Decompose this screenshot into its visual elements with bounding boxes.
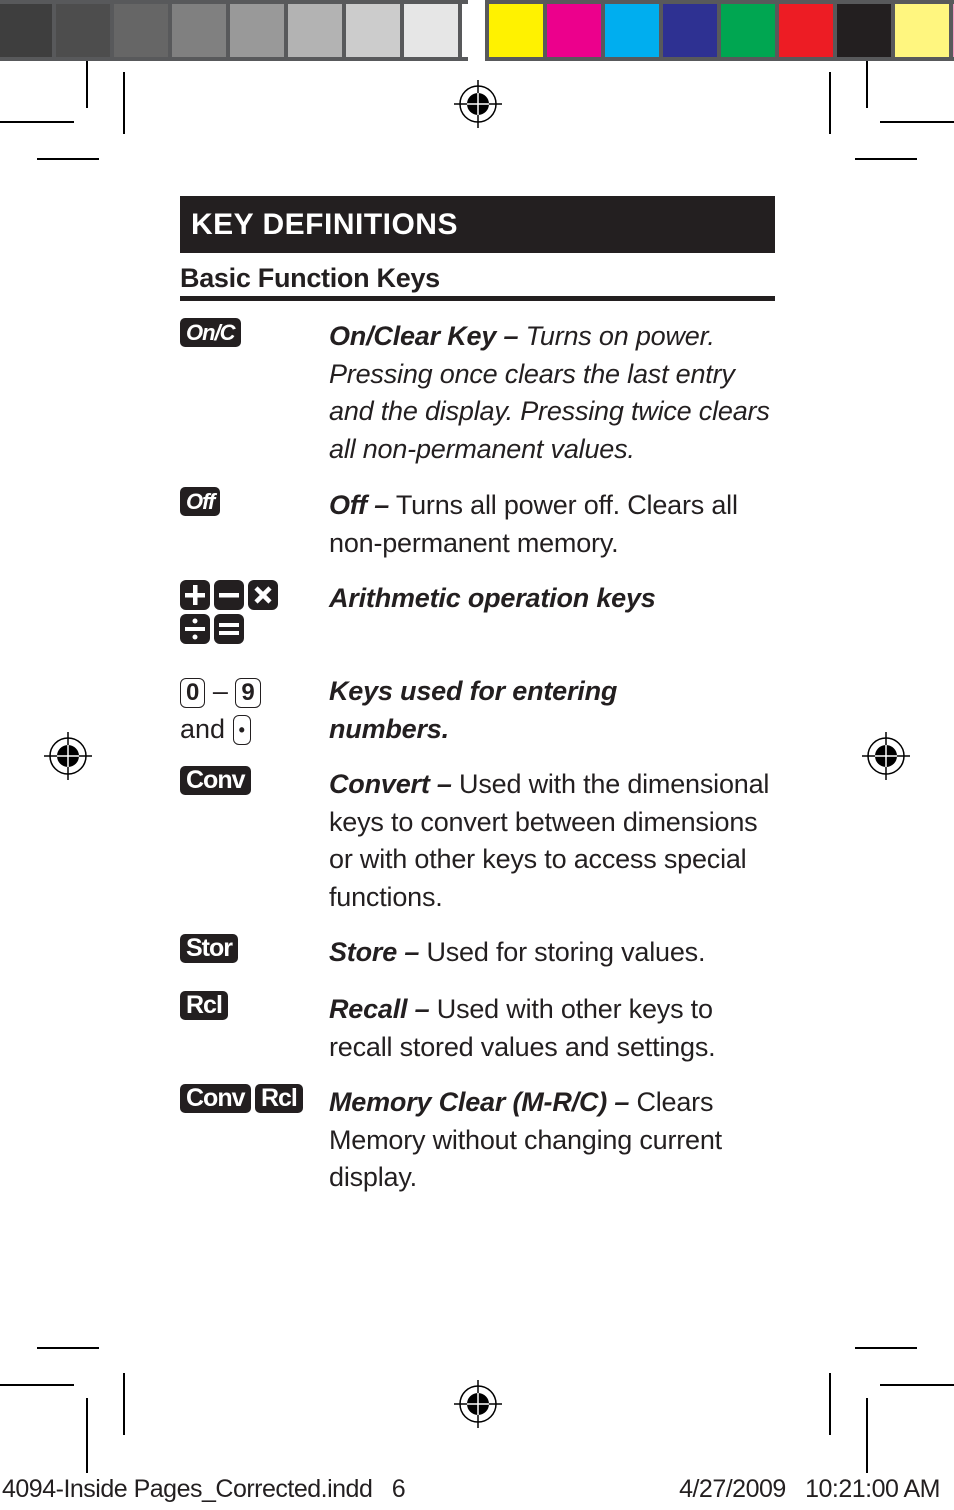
gray-swatch [230, 4, 284, 57]
convert-key-icon: Conv [180, 1084, 251, 1113]
key-icons: Conv Rcl [180, 1084, 320, 1113]
key-icons: Conv [180, 766, 320, 795]
crop-mark [123, 1373, 125, 1435]
on-clear-key-icon: On/C [180, 318, 241, 347]
key-description: Arithmetic operation keys [329, 580, 779, 618]
crop-mark [855, 158, 917, 160]
crop-mark [86, 61, 88, 108]
banner-title: KEY DEFINITIONS [191, 207, 458, 241]
key-icons [180, 580, 320, 648]
recall-key-icon: Rcl [254, 1084, 303, 1113]
key-description: Off – Turns all power off. Clears all no… [329, 487, 779, 562]
key-term: Off – [329, 490, 390, 520]
and-label: and [180, 713, 226, 744]
process-color-bar [485, 0, 954, 61]
registration-mark-icon [862, 732, 910, 780]
gray-swatch [288, 4, 342, 57]
range-dash: – [212, 676, 228, 706]
key-description: Memory Clear (M-R/C) – Clears Memory wit… [329, 1084, 779, 1197]
color-swatch [721, 4, 775, 57]
color-swatch [605, 4, 659, 57]
key-description: Keys used for entering numbers. [329, 673, 659, 748]
footer-datetime: 4/27/2009 10:21:00 AM [679, 1475, 940, 1503]
recall-key-icon: Rcl [180, 991, 228, 1020]
crop-mark [866, 1398, 868, 1473]
multiply-key-icon [248, 580, 278, 610]
key-icons: 0 – 9 and • [180, 673, 320, 748]
minus-key-icon [214, 580, 244, 610]
registration-mark-icon [44, 732, 92, 780]
key-term: Store – [329, 937, 420, 967]
key-text: Turns all power off. Clears all non-perm… [329, 490, 738, 558]
gray-swatch [0, 4, 52, 57]
key-icons: Stor [180, 934, 320, 963]
color-swatch [895, 4, 949, 57]
gray-swatch [114, 4, 168, 57]
color-swatch [663, 4, 717, 57]
key-description: Convert – Used with the dimensional keys… [329, 766, 779, 916]
key-icons: Off [180, 487, 320, 516]
key-icons: Rcl [180, 991, 320, 1020]
section-banner: KEY DEFINITIONS [180, 196, 775, 253]
crop-mark [123, 72, 125, 134]
crop-mark [0, 121, 74, 123]
gray-swatch [346, 4, 400, 57]
crop-mark [829, 72, 831, 134]
divide-key-icon [180, 614, 210, 644]
key-description: On/Clear Key – Turns on power. Pressing … [329, 318, 779, 468]
store-key-icon: Stor [180, 934, 238, 963]
off-key-icon: Off [180, 487, 221, 516]
crop-mark [829, 1373, 831, 1435]
color-swatch [489, 4, 543, 57]
crop-mark [86, 1398, 88, 1473]
crop-mark [37, 158, 99, 160]
footer-file-name: 4094-Inside Pages_Corrected.indd 6 [2, 1475, 406, 1503]
color-swatch [547, 4, 601, 57]
key-description: Recall – Used with other keys to recall … [329, 991, 779, 1066]
crop-mark [880, 121, 954, 123]
grayscale-color-bar [0, 0, 516, 61]
crop-mark [37, 1347, 99, 1349]
key-term: Convert – [329, 769, 452, 799]
section-heading: Basic Function Keys [180, 263, 775, 301]
gray-swatch [56, 4, 110, 57]
key-term: Recall – [329, 994, 430, 1024]
key-term: Arithmetic operation keys [329, 583, 656, 613]
crop-mark [855, 1347, 917, 1349]
crop-mark [0, 1384, 74, 1386]
crop-mark [880, 1384, 954, 1386]
gray-swatch [404, 4, 458, 57]
plus-key-icon [180, 580, 210, 610]
gray-swatch [172, 4, 226, 57]
key-icons: On/C [180, 318, 320, 347]
convert-key-icon: Conv [180, 766, 251, 795]
key-term: Keys used for entering numbers. [329, 676, 618, 744]
registration-mark-icon [454, 80, 502, 128]
key-description: Store – Used for storing values. [329, 934, 779, 972]
key-term: Memory Clear (M-R/C) – [329, 1087, 630, 1117]
nine-key-icon: 9 [235, 677, 261, 708]
equals-key-icon [214, 614, 244, 644]
key-text: Used for storing values. [419, 937, 706, 967]
color-swatch [837, 4, 891, 57]
decimal-point-key-icon: • [232, 715, 251, 746]
color-swatch [779, 4, 833, 57]
registration-mark-icon [454, 1380, 502, 1428]
key-term: On/Clear Key – [329, 321, 519, 351]
page-header: KEY DEFINITIONS Basic Function Keys [180, 196, 775, 301]
zero-key-icon: 0 [180, 677, 206, 708]
crop-mark [866, 61, 868, 108]
